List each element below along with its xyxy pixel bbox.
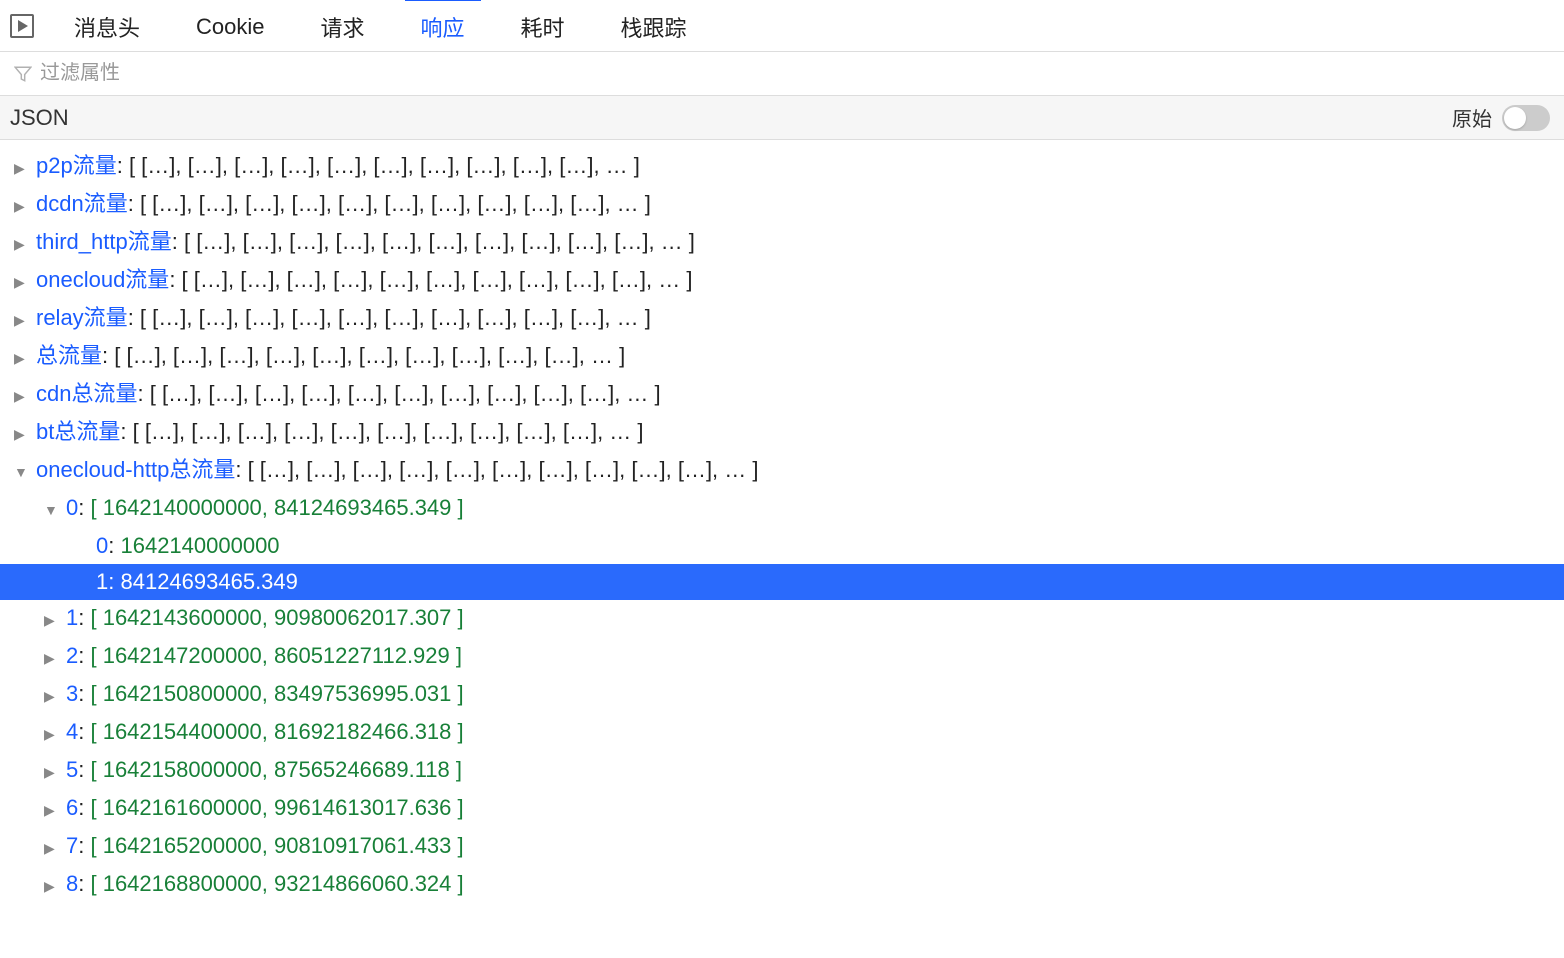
json-key: bt总流量 (36, 414, 133, 450)
json-index: 6 (66, 790, 90, 826)
chevron-right-icon (44, 602, 60, 638)
json-tree: p2p流量[ […], […], […], […], […], […], […]… (0, 140, 1564, 924)
json-key: dcdn流量 (36, 186, 140, 222)
chevron-right-icon (44, 830, 60, 866)
chevron-right-icon (44, 868, 60, 904)
filter-row (0, 52, 1564, 96)
json-index: 4 (66, 714, 90, 750)
json-pair-value: [ 1642143600000, 90980062017.307 ] (90, 600, 463, 636)
json-array-preview: [ […], […], […], […], […], […], […], […]… (182, 262, 693, 298)
json-index: 2 (66, 638, 90, 674)
tab-timing[interactable]: 耗时 (505, 0, 581, 53)
json-key: 总流量 (36, 338, 114, 374)
chevron-right-icon (14, 226, 30, 262)
chevron-right-icon (44, 640, 60, 676)
chevron-right-icon (14, 150, 30, 186)
tree-row[interactable]: relay流量[ […], […], […], […], […], […], [… (0, 300, 1564, 338)
json-array-preview: [ […], […], […], […], […], […], […], […]… (150, 376, 661, 412)
json-number: 84124693465.349 (120, 564, 297, 600)
tree-row[interactable]: bt总流量[ […], […], […], […], […], […], […]… (0, 414, 1564, 452)
json-section-header: JSON 原始 (0, 96, 1564, 140)
tree-row-expanded-key[interactable]: onecloud-http总流量 [ […], […], […], […], [… (0, 452, 1564, 490)
json-pair-value: [ 1642165200000, 90810917061.433 ] (90, 828, 463, 864)
tab-stack[interactable]: 栈跟踪 (605, 0, 703, 53)
tree-row[interactable]: cdn总流量[ […], […], […], […], […], […], […… (0, 376, 1564, 414)
json-label: JSON (10, 105, 69, 131)
json-pair-value: [ 1642161600000, 99614613017.636 ] (90, 790, 463, 826)
json-array-preview: [ […], […], […], […], […], […], […], […]… (133, 414, 644, 450)
raw-toggle[interactable] (1502, 105, 1550, 131)
chevron-right-icon (14, 340, 30, 376)
tree-row-index[interactable]: 2[ 1642147200000, 86051227112.929 ] (0, 638, 1564, 676)
json-key: third_http流量 (36, 224, 184, 260)
devtools-tabbar: 消息头 Cookie 请求 响应 耗时 栈跟踪 (0, 0, 1564, 52)
chevron-right-icon (44, 754, 60, 790)
json-pair-value: [ 1642150800000, 83497536995.031 ] (90, 676, 463, 712)
chevron-right-icon (44, 678, 60, 714)
json-number: 1642140000000 (120, 528, 279, 564)
raw-label: 原始 (1452, 103, 1492, 132)
json-index: 0 (96, 528, 120, 564)
chevron-right-icon (14, 302, 30, 338)
chevron-right-icon (44, 716, 60, 752)
chevron-right-icon (14, 188, 30, 224)
raw-toggle-wrap: 原始 (1452, 103, 1550, 132)
tree-row-index-0[interactable]: 0 [ 1642140000000, 84124693465.349 ] (0, 490, 1564, 528)
resend-icon[interactable] (10, 14, 34, 38)
tab-headers[interactable]: 消息头 (58, 0, 156, 53)
tree-row-leaf[interactable]: 0 1642140000000 (0, 528, 1564, 564)
tree-row-index[interactable]: 8[ 1642168800000, 93214866060.324 ] (0, 866, 1564, 904)
tree-row-index[interactable]: 4[ 1642154400000, 81692182466.318 ] (0, 714, 1564, 752)
json-key: onecloud-http总流量 (36, 452, 248, 488)
json-array-preview: [ […], […], […], […], […], […], […], […]… (184, 224, 695, 260)
tab-request[interactable]: 请求 (305, 0, 381, 53)
chevron-right-icon (14, 416, 30, 452)
json-key: relay流量 (36, 300, 140, 336)
chevron-right-icon (14, 378, 30, 414)
json-index: 0 (66, 490, 90, 526)
json-array-preview: [ […], […], […], […], […], […], […], […]… (114, 338, 625, 374)
chevron-down-icon (14, 454, 30, 490)
json-key: onecloud流量 (36, 262, 182, 298)
chevron-right-icon (14, 264, 30, 300)
json-pair-value: [ 1642158000000, 87565246689.118 ] (90, 752, 462, 788)
tab-response[interactable]: 响应 (405, 0, 481, 53)
json-key: cdn总流量 (36, 376, 150, 412)
json-index: 7 (66, 828, 90, 864)
json-array-preview: [ […], […], […], […], […], […], […], […]… (129, 148, 640, 184)
filter-icon (14, 65, 32, 83)
filter-input[interactable] (40, 62, 1550, 85)
json-pair-value: [ 1642154400000, 81692182466.318 ] (90, 714, 463, 750)
tree-row-leaf-selected[interactable]: 1 84124693465.349 (0, 564, 1564, 600)
json-array-preview: [ […], […], […], […], […], […], […], […]… (140, 186, 651, 222)
tree-row[interactable]: 总流量[ […], […], […], […], […], […], […], … (0, 338, 1564, 376)
tree-row[interactable]: dcdn流量[ […], […], […], […], […], […], […… (0, 186, 1564, 224)
json-index: 3 (66, 676, 90, 712)
json-key: p2p流量 (36, 148, 129, 184)
tree-row[interactable]: onecloud流量[ […], […], […], […], […], […]… (0, 262, 1564, 300)
json-array-preview: [ […], […], […], […], […], […], […], […]… (140, 300, 651, 336)
tree-row[interactable]: third_http流量[ […], […], […], […], […], [… (0, 224, 1564, 262)
chevron-right-icon (44, 792, 60, 828)
chevron-down-icon (44, 492, 60, 528)
tree-row-index[interactable]: 6[ 1642161600000, 99614613017.636 ] (0, 790, 1564, 828)
json-index: 5 (66, 752, 90, 788)
json-index: 8 (66, 866, 90, 902)
tree-row-index[interactable]: 3[ 1642150800000, 83497536995.031 ] (0, 676, 1564, 714)
tree-row-index[interactable]: 1[ 1642143600000, 90980062017.307 ] (0, 600, 1564, 638)
json-pair-value: [ 1642168800000, 93214866060.324 ] (90, 866, 463, 902)
json-index: 1 (96, 564, 120, 600)
tree-row[interactable]: p2p流量[ […], […], […], […], […], […], […]… (0, 148, 1564, 186)
tree-row-index[interactable]: 5[ 1642158000000, 87565246689.118 ] (0, 752, 1564, 790)
json-pair-value: [ 1642147200000, 86051227112.929 ] (90, 638, 462, 674)
tab-cookie[interactable]: Cookie (180, 1, 280, 50)
tree-row-index[interactable]: 7[ 1642165200000, 90810917061.433 ] (0, 828, 1564, 866)
json-pair-value: [ 1642140000000, 84124693465.349 ] (90, 490, 463, 526)
json-index: 1 (66, 600, 90, 636)
json-array-preview: [ […], […], […], […], […], […], […], […]… (248, 452, 759, 488)
